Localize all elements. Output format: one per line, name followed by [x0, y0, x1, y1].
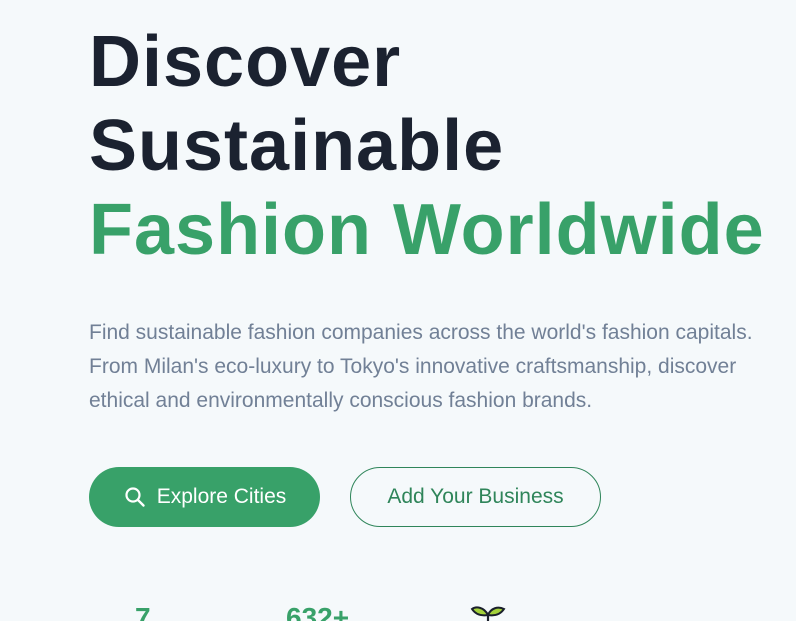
search-icon — [123, 485, 147, 509]
hero-description: Find sustainable fashion companies acros… — [89, 316, 796, 418]
stat-cities-value: 7 — [135, 602, 151, 621]
hero-title-line-2: Sustainable — [89, 106, 505, 186]
add-business-label: Add Your Business — [387, 485, 564, 508]
stat-businesses-value: 632+ — [286, 602, 350, 621]
explore-cities-button[interactable]: Explore Cities — [89, 467, 320, 527]
hero-description-line-2: From Milan's eco-luxury to Tokyo's innov… — [89, 355, 737, 378]
explore-cities-label: Explore Cities — [156, 485, 287, 508]
hero-description-line-3: ethical and environmentally conscious fa… — [89, 389, 593, 412]
hero-page: Discover Sustainable Fashion Worldwide F… — [0, 0, 796, 621]
stats-row: 7 632+ — [0, 596, 796, 621]
hero-title: Discover Sustainable Fashion Worldwide — [89, 20, 765, 272]
add-business-button[interactable]: Add Your Business — [350, 467, 601, 527]
hero-title-line-1: Discover — [89, 22, 402, 102]
hero-title-highlight: Fashion Worldwide — [89, 190, 765, 270]
hero-description-line-1: Find sustainable fashion companies acros… — [89, 321, 753, 344]
sprout-icon — [470, 601, 506, 621]
